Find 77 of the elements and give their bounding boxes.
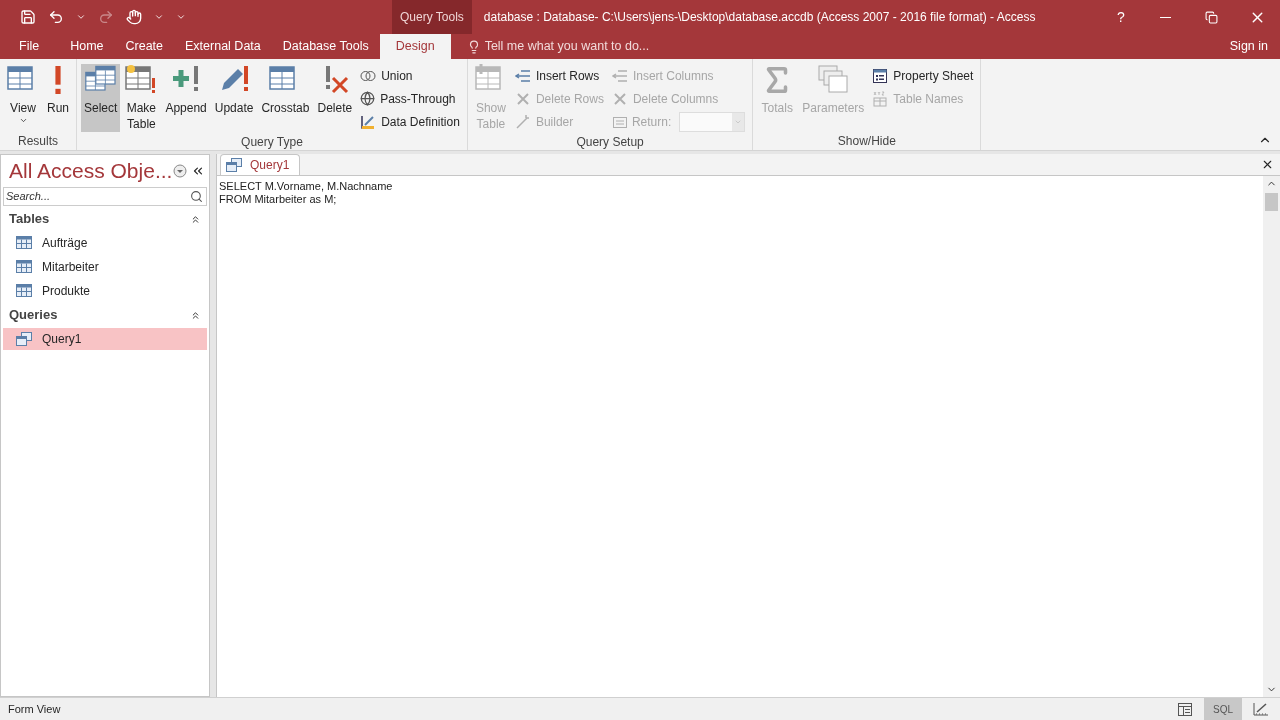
table-icon <box>16 284 32 298</box>
ribbon-tab[interactable]: Database Tools <box>271 34 380 59</box>
collapse-icon[interactable] <box>190 213 201 225</box>
sql-editor[interactable]: SELECT M.Vorname, M.Nachname FROM Mitarbeiter as M; <box>217 176 1263 697</box>
restore-icon <box>1204 10 1218 24</box>
insert-lines-icon <box>514 67 531 84</box>
datasheet-icon <box>1178 702 1192 716</box>
nav-item[interactable]: Produkte <box>3 280 207 302</box>
close-document-icon[interactable] <box>1261 158 1274 171</box>
insert-lines-icon <box>611 67 628 84</box>
ribbon-tab[interactable]: Home <box>59 34 115 59</box>
table-icon <box>16 236 32 250</box>
exclamation-icon <box>55 66 61 94</box>
ribbon-tab[interactable]: Design <box>379 34 451 59</box>
nav-item[interactable]: Query1 <box>3 328 207 350</box>
minimize-icon <box>1159 16 1171 18</box>
section-header[interactable]: Queries <box>1 304 209 326</box>
customize-icon[interactable] <box>176 12 186 22</box>
document-tab[interactable]: Query1 <box>220 154 301 175</box>
pane-title: All Access Obje... <box>9 158 173 185</box>
ribbon-button[interactable]: Run <box>44 64 72 132</box>
redo-icon <box>98 9 114 25</box>
vertical-scrollbar[interactable] <box>1263 176 1280 697</box>
ribbon-button[interactable]: Delete <box>314 64 356 132</box>
ribbon-tab[interactable]: File <box>0 34 60 59</box>
wand-icon <box>514 113 531 130</box>
touch-icon[interactable] <box>126 9 142 25</box>
sign-in-link[interactable]: Sign in <box>1229 34 1280 59</box>
delete-lines-icon <box>611 90 628 107</box>
ribbon-tab[interactable]: Create <box>114 34 175 59</box>
ribbon-small-button[interactable]: Property Sheet <box>872 64 974 87</box>
scroll-thumb[interactable] <box>1265 193 1278 211</box>
ribbon-button[interactable]: Crosstab <box>258 64 313 132</box>
parameters-icon <box>817 64 850 96</box>
tell-me-field[interactable]: Tell me what you want to do... <box>484 37 705 56</box>
ribbon-small-button[interactable]: Data Definition <box>360 110 460 133</box>
table-icon <box>16 260 32 274</box>
window-title: database : Database- C:\Users\jens-\Desktop\database.accdb (Access 2007 - 2016 file format) - Access <box>483 9 1036 26</box>
dropdown-icon[interactable] <box>173 164 187 178</box>
query-icon <box>226 158 242 172</box>
nav-item[interactable]: Aufträge <box>3 232 207 254</box>
caret-icon[interactable] <box>76 12 86 22</box>
help-button[interactable]: ? <box>1100 0 1142 34</box>
ribbon-small-button[interactable]: Pass-Through <box>360 87 460 110</box>
property-sheet-icon <box>872 67 889 84</box>
undo-icon[interactable] <box>48 9 64 25</box>
ribbon-button[interactable]: Select <box>81 64 121 132</box>
ribbon-tab[interactable]: External Data <box>174 34 272 59</box>
return-label: Return: <box>631 113 672 131</box>
group-label: Query Setup <box>575 134 645 151</box>
table-names-icon <box>872 90 889 107</box>
context-label: Query Tools <box>392 0 472 34</box>
group-label: Show/Hide <box>836 133 897 150</box>
nav-item[interactable]: Mitarbeiter <box>3 256 207 278</box>
ribbon-button[interactable]: Make Table <box>122 64 161 132</box>
delete-lines-icon <box>514 90 531 107</box>
query-icon <box>16 332 32 346</box>
ribbon-button[interactable]: Append <box>162 64 210 132</box>
ribbon-small-button[interactable]: Insert Rows <box>514 64 604 87</box>
collapse-pane-icon[interactable] <box>191 164 205 178</box>
make-table-icon <box>125 64 158 96</box>
section-header[interactable]: Tables <box>1 208 209 230</box>
status-text: Form View <box>7 701 61 717</box>
sql-line: FROM Mitarbeiter as M; <box>219 193 338 206</box>
ribbon-button[interactable]: Update <box>211 64 257 132</box>
group-label: Query Type <box>240 134 304 151</box>
ruler-pencil-icon <box>360 113 377 130</box>
globe-icon <box>360 91 376 106</box>
sql-line: SELECT M.Vorname, M.Nachname <box>219 180 394 193</box>
collapse-icon[interactable] <box>190 309 201 321</box>
save-icon[interactable] <box>20 9 36 25</box>
ribbon-button[interactable]: View <box>4 64 42 132</box>
ribbon-small-button[interactable]: Union <box>360 64 460 87</box>
sql-view-button[interactable]: SQL <box>1204 697 1242 720</box>
caret-icon[interactable] <box>154 12 164 22</box>
group-label: Results <box>17 133 59 150</box>
ruler-pencil-icon <box>1253 702 1269 716</box>
